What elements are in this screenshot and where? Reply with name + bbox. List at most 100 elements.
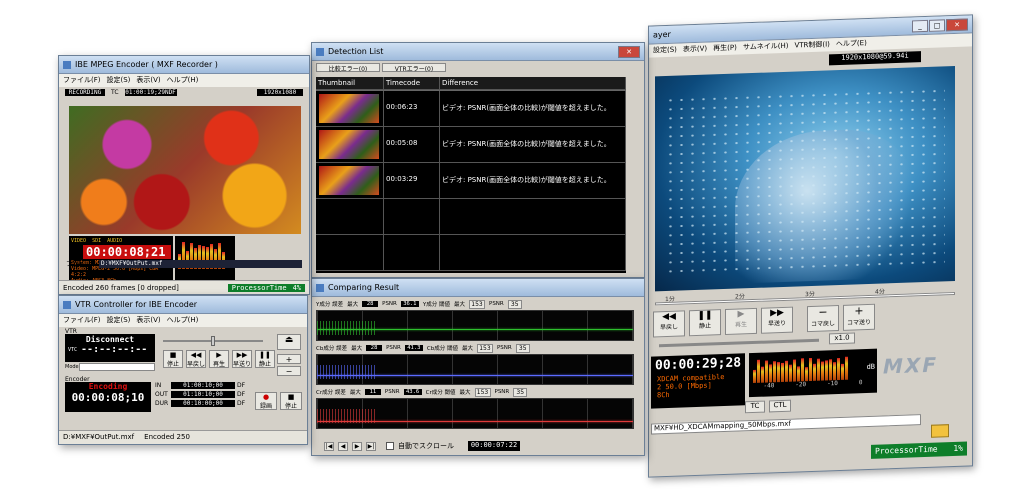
frame-back-button[interactable]: − コマ戻し	[807, 305, 839, 333]
encoder-audio-meter	[175, 236, 235, 280]
autoscroll-label: 自動でスクロール	[398, 442, 454, 450]
stop-button[interactable]: ■ 停止	[163, 350, 183, 368]
window-icon	[63, 60, 71, 69]
detection-window: Detection List ✕ 比較エラー(0) VTRエラー(0) Thum…	[311, 42, 645, 278]
autoscroll-checkbox[interactable]	[386, 442, 394, 450]
meter-bar	[837, 357, 840, 381]
detection-titlebar: Detection List ✕	[312, 43, 644, 61]
minus-button[interactable]: −	[277, 366, 301, 376]
menu-help[interactable]: ヘルプ(H)	[167, 315, 199, 326]
player-video	[655, 65, 955, 292]
menu-help[interactable]: ヘルプ(H)	[167, 75, 199, 86]
ctl-button[interactable]: CTL	[769, 399, 791, 413]
menu-settings[interactable]: 設定(S)	[653, 45, 677, 57]
out-timecode[interactable]: 01:10:10;00	[171, 391, 235, 398]
tick-1min: 1分	[665, 295, 675, 304]
meter-bar	[841, 363, 844, 380]
encoder-status-row: RECORDING TC 01:00:19;29NDF 1920x1080	[59, 87, 309, 98]
eject-button[interactable]: ⏏	[277, 334, 301, 350]
menu-view[interactable]: 表示(V)	[683, 44, 707, 56]
scroll-prev-button[interactable]: ◀	[338, 441, 348, 451]
vtr-status-path: D:¥MXF¥OutPut.mxf	[63, 433, 135, 441]
rewind-button[interactable]: ◀◀ 早戻し	[186, 350, 206, 368]
dur-timecode[interactable]: 00:10:00;00	[171, 400, 235, 407]
menu-play[interactable]: 再生(P)	[713, 43, 737, 55]
table-row[interactable]: 00:05:08 ビデオ: PSNR(画面全体の比較)が閾値を超えました。	[316, 127, 626, 163]
menu-view[interactable]: 表示(V)	[136, 315, 160, 326]
meter-tick: -20	[795, 381, 807, 389]
close-icon[interactable]: ✕	[618, 45, 640, 58]
menu-file[interactable]: ファイル(F)	[63, 75, 101, 86]
encoder-statusbar: Encoded 260 frames [0 dropped] Processor…	[59, 280, 309, 294]
menu-file[interactable]: ファイル(F)	[63, 315, 101, 326]
disconnect-status: Disconnect	[85, 335, 135, 344]
dur-label: DUR	[155, 400, 169, 407]
rewind-button[interactable]: ◀◀ 早戻し	[653, 310, 685, 338]
menu-settings[interactable]: 設定(S)	[107, 75, 131, 86]
jog-handle[interactable]	[211, 336, 215, 346]
tick-3min: 3分	[805, 290, 815, 299]
window-icon	[316, 47, 324, 56]
fast-forward-button[interactable]: ▶▶ 早送り	[761, 306, 793, 334]
error-graph	[316, 310, 634, 341]
play-icon: ▶	[216, 351, 222, 359]
table-empty-row	[316, 235, 626, 271]
player-window: ayer _ □ ✕ 設定(S) 表示(V) 再生(P) サムネイル(H) VT…	[648, 14, 973, 478]
scroll-last-button[interactable]: ▶|	[366, 441, 376, 451]
df-tag: DF	[237, 382, 246, 389]
still-button[interactable]: ❚❚ 静止	[255, 350, 275, 368]
speed-slider[interactable]	[659, 338, 819, 348]
play-button[interactable]: ▶ 再生	[725, 307, 757, 335]
encoder-file-row: ファイル名 D:¥MXF¥OutPut.mxf	[66, 259, 302, 268]
menu-vtr[interactable]: VTR制御(I)	[794, 39, 829, 51]
speed-value[interactable]: x1.0	[829, 332, 855, 345]
jog-slider[interactable]	[163, 336, 263, 346]
record-icon: ●	[262, 393, 270, 401]
menu-settings[interactable]: 設定(S)	[107, 315, 131, 326]
plus-icon: +	[854, 304, 864, 318]
mode-select[interactable]	[79, 363, 155, 371]
tab-vtr-errors[interactable]: VTRエラー(0)	[382, 63, 446, 73]
meter-bar	[769, 364, 772, 383]
stop-icon: ■	[169, 351, 177, 359]
meter-bar	[809, 357, 812, 382]
comparing-title: Comparing Result	[328, 283, 400, 292]
plus-button[interactable]: +	[277, 354, 301, 364]
scroll-first-button[interactable]: |◀	[324, 441, 334, 451]
row-difference: ビデオ: PSNR(画面全体の比較)が閾値を超えました。	[440, 127, 626, 163]
folder-icon[interactable]	[931, 424, 949, 438]
menu-view[interactable]: 表示(V)	[136, 75, 160, 86]
meter-bar	[817, 358, 820, 381]
menu-thumbnail[interactable]: サムネイル(H)	[743, 41, 789, 54]
header-difference: Difference	[440, 77, 626, 90]
table-row[interactable]: 00:06:23 ビデオ: PSNR(画面全体の比較)が閾値を超えました。	[316, 91, 626, 127]
pause-icon: ❚❚	[259, 351, 271, 359]
scroll-next-button[interactable]: ▶	[352, 441, 362, 451]
encoder-rec-tc: 00:00:08;21	[83, 245, 171, 259]
scroll-time: 00:00:07:22	[468, 441, 520, 451]
minimize-icon[interactable]: _	[912, 19, 928, 32]
threshold-max: 153	[469, 299, 485, 309]
table-row[interactable]: 00:03:29 ビデオ: PSNR(画面全体の比較)が閾値を超えました。	[316, 163, 626, 199]
fast-forward-button[interactable]: ▶▶ 早送り	[232, 350, 252, 368]
tab-compare-errors[interactable]: 比較エラー(0)	[316, 63, 380, 73]
maximize-icon[interactable]: □	[929, 18, 945, 32]
file-label-visible: ファイル名	[66, 261, 97, 268]
menu-help[interactable]: ヘルプ(E)	[836, 38, 867, 50]
max-value: 28	[366, 345, 383, 351]
file-path-field[interactable]: D:¥MXF¥OutPut.mxf	[99, 259, 302, 268]
panel-label: Y成分 誤差	[316, 302, 344, 308]
play-button[interactable]: ▶ 再生	[209, 350, 229, 368]
close-icon[interactable]: ✕	[946, 17, 968, 31]
frame-forward-button[interactable]: + コマ送り	[843, 303, 875, 331]
in-timecode[interactable]: 01:00:10;00	[171, 382, 235, 389]
stop-encode-button[interactable]: ■ 停止	[280, 392, 302, 410]
table-header: Thumbnail Timecode Difference	[316, 77, 626, 91]
rewind-icon: ◀◀	[190, 351, 202, 359]
encoder-video	[69, 106, 301, 234]
window-icon	[316, 283, 324, 292]
record-button[interactable]: ● 録画	[255, 392, 277, 410]
pause-button[interactable]: ❚❚ 静止	[689, 309, 721, 337]
tc-button[interactable]: TC	[745, 400, 765, 414]
threshold-max: 153	[476, 343, 493, 353]
